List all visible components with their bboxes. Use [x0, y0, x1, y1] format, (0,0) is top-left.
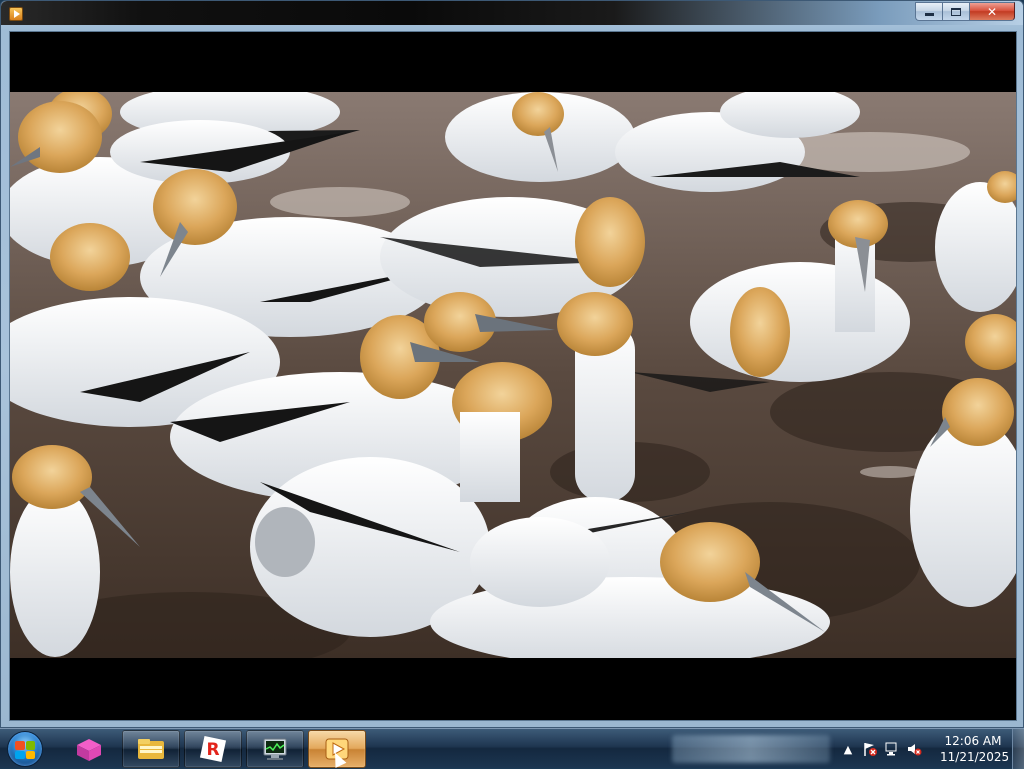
- roblox-icon: R: [199, 735, 227, 763]
- close-icon: ✕: [986, 4, 998, 19]
- close-button[interactable]: ✕: [969, 2, 1015, 21]
- maximize-button[interactable]: [942, 2, 969, 21]
- taskbar: R ▲ 12:06 AM 11/21/2025: [0, 728, 1024, 769]
- minimize-button[interactable]: [915, 2, 942, 21]
- start-button[interactable]: [4, 731, 46, 767]
- minimize-icon: [924, 13, 934, 16]
- taskbar-file-explorer[interactable]: [122, 730, 180, 768]
- volume-muted-icon[interactable]: [906, 741, 922, 757]
- pink-box-app-icon: [77, 739, 101, 761]
- media-player-icon[interactable]: [9, 7, 23, 21]
- show-desktop-button[interactable]: [1012, 729, 1024, 769]
- action-center-flag-icon[interactable]: [862, 741, 878, 757]
- caption-buttons: ✕: [915, 2, 1015, 21]
- media-player-window[interactable]: ✕: [0, 0, 1024, 728]
- network-icon[interactable]: [884, 741, 900, 757]
- windows-flag-icon: [15, 741, 35, 759]
- gannet-colony-image: [10, 92, 1016, 658]
- video-area[interactable]: [9, 31, 1017, 721]
- system-tray: ▲: [840, 733, 922, 765]
- svg-text:R: R: [206, 740, 219, 760]
- file-explorer-icon: [138, 739, 164, 759]
- video-frame[interactable]: [10, 92, 1016, 658]
- taskbar-system-monitor[interactable]: [246, 730, 304, 768]
- taskbar-clock[interactable]: 12:06 AM 11/21/2025: [940, 733, 1010, 765]
- maximize-icon: [951, 7, 961, 16]
- clock-date: 11/21/2025: [940, 750, 1010, 764]
- taskbar-pinned-pink-app[interactable]: [60, 730, 118, 768]
- title-bar[interactable]: ✕: [1, 1, 1023, 25]
- clock-time: 12:06 AM: [944, 734, 1002, 748]
- taskbar-roblox[interactable]: R: [184, 730, 242, 768]
- show-hidden-icons-chevron[interactable]: ▲: [840, 741, 856, 757]
- blurred-taskbar-region: [672, 735, 830, 763]
- system-monitor-icon: [263, 738, 287, 760]
